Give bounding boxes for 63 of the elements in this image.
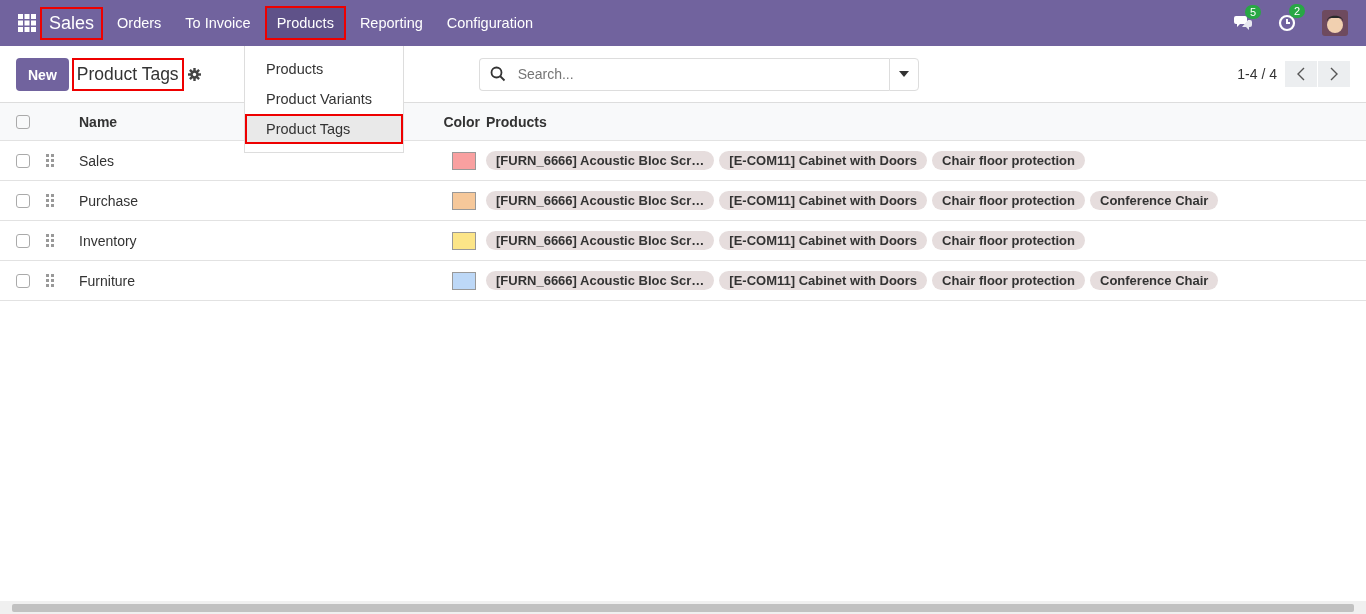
product-tag: Chair floor protection xyxy=(932,151,1085,170)
row-checkbox[interactable] xyxy=(16,193,30,208)
product-tag: [E-COM11] Cabinet with Doors xyxy=(719,231,928,250)
previous-page-button[interactable] xyxy=(1285,61,1317,87)
dropdown-item[interactable]: Products xyxy=(245,54,403,84)
clock-icon[interactable] xyxy=(1278,14,1296,32)
product-tag: [E-COM11] Cabinet with Doors xyxy=(719,271,928,290)
row-checkbox[interactable] xyxy=(16,273,30,288)
nav-menu-item[interactable]: Orders xyxy=(105,0,174,46)
column-header[interactable]: Color xyxy=(443,113,480,130)
table-row[interactable]: Sales [FURN_6666] Acoustic Bloc Scr… [E-COM11] Cabinet with Doors Chair floor protection xyxy=(0,141,1366,181)
nav-menu-item[interactable]: Reporting xyxy=(347,0,435,46)
chat-icon[interactable] xyxy=(1234,15,1252,31)
new-button[interactable]: New xyxy=(16,57,69,91)
table-row[interactable]: Furniture [FURN_6666] Acoustic Bloc Scr… [E-COM11] Cabinet with Doors Chair floor protection Conference Chair xyxy=(0,261,1366,301)
product-tag: Chair floor protection xyxy=(932,271,1085,290)
search-options-button[interactable] xyxy=(888,57,919,91)
table-row[interactable]: Purchase [FURN_6666] Acoustic Bloc Scr… [E-COM11] Cabinet with Doors Chair floor protection Conference Chair xyxy=(0,181,1366,221)
product-tag: Chair floor protection xyxy=(932,191,1085,210)
column-header[interactable]: Name xyxy=(79,113,118,130)
row-checkbox[interactable] xyxy=(16,153,30,168)
product-tag: Chair floor protection xyxy=(932,231,1085,250)
product-tag: [FURN_6666] Acoustic Bloc Scr… xyxy=(486,231,715,250)
nav-menu-item[interactable]: To Invoice xyxy=(173,0,263,46)
search-icon xyxy=(489,66,506,82)
app-name-link[interactable]: Sales xyxy=(40,6,104,40)
dropdown-item[interactable]: Product Tags xyxy=(245,114,403,144)
tag-name: Sales xyxy=(79,152,115,169)
pager-value: 1-4 / 4 xyxy=(1237,66,1277,82)
product-tag: [FURN_6666] Acoustic Bloc Scr… xyxy=(486,191,715,210)
search-input[interactable]: Search... xyxy=(515,65,889,83)
drag-handle-icon[interactable] xyxy=(46,194,54,207)
row-checkbox[interactable] xyxy=(16,233,30,248)
avatar-icon[interactable] xyxy=(1322,10,1348,36)
settings-icon[interactable] xyxy=(187,67,201,81)
product-tag: [FURN_6666] Acoustic Bloc Scr… xyxy=(486,271,715,290)
chevron-right-icon xyxy=(1330,67,1338,81)
nav-menu-item[interactable]: Configuration xyxy=(434,0,545,46)
column-header[interactable]: Products xyxy=(486,113,547,130)
tag-name: Furniture xyxy=(79,272,136,289)
product-tag: [FURN_6666] Acoustic Bloc Scr… xyxy=(486,151,715,170)
product-tag: Conference Chair xyxy=(1090,271,1219,290)
product-tag: [E-COM11] Cabinet with Doors xyxy=(719,191,928,210)
message-count-badge: 5 xyxy=(1245,5,1262,19)
tag-name: Inventory xyxy=(79,232,137,249)
chevron-left-icon xyxy=(1297,67,1305,81)
horizontal-scrollbar[interactable] xyxy=(0,601,1366,614)
caret-icon xyxy=(898,71,909,77)
search-field[interactable]: Search... xyxy=(478,57,889,91)
table-row[interactable]: Inventory [FURN_6666] Acoustic Bloc Scr… [E-COM11] Cabinet with Doors Chair floor protection xyxy=(0,221,1366,261)
drag-handle-icon[interactable] xyxy=(46,154,54,167)
drag-handle-icon[interactable] xyxy=(46,234,54,247)
next-page-button[interactable] xyxy=(1318,61,1350,87)
drag-handle-icon[interactable] xyxy=(46,274,54,287)
apps-menu-icon[interactable] xyxy=(18,14,36,32)
dropdown-item[interactable]: Product Variants xyxy=(245,84,403,114)
product-tag: [E-COM11] Cabinet with Doors xyxy=(719,151,928,170)
activity-count-badge: 2 xyxy=(1289,4,1306,18)
tag-name: Purchase xyxy=(79,192,139,209)
page-title: Product Tags xyxy=(71,57,184,91)
nav-menu-item[interactable]: Products xyxy=(264,6,346,40)
product-tag: Conference Chair xyxy=(1090,191,1219,210)
select-all-checkbox[interactable] xyxy=(16,114,30,129)
